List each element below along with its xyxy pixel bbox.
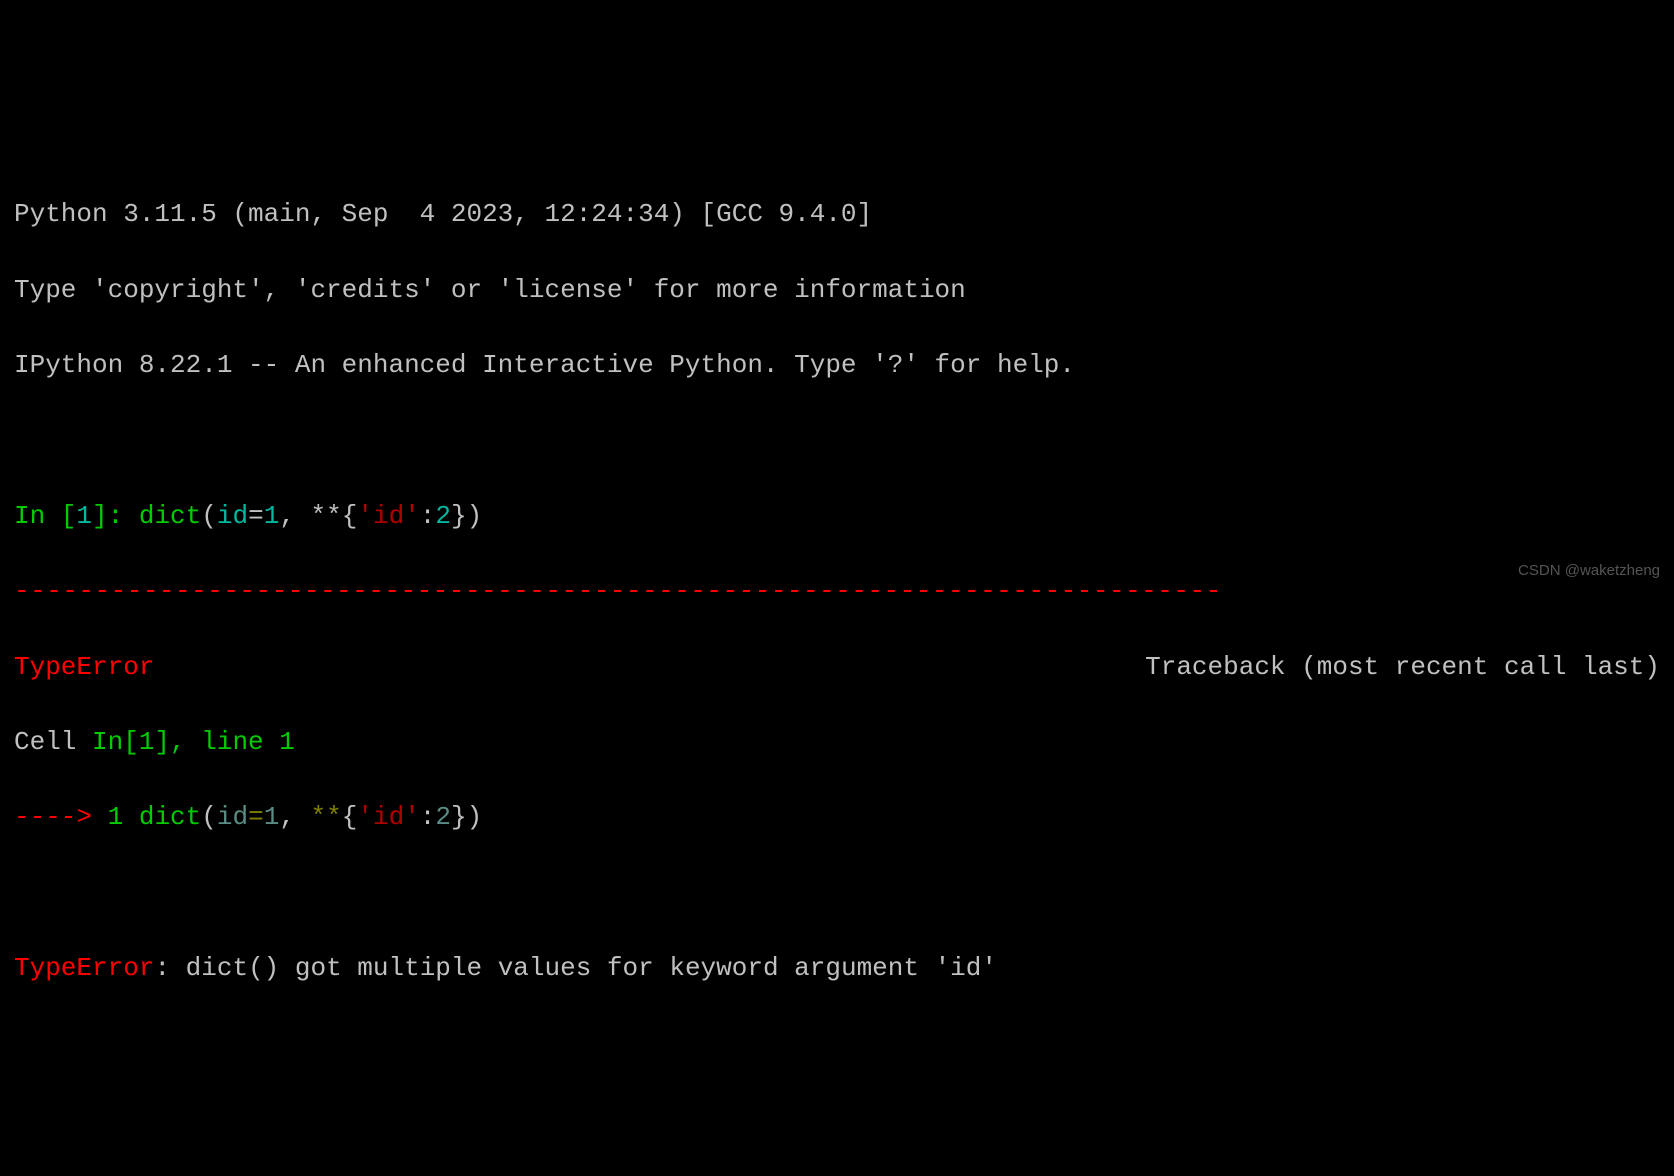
code-paren-close: )	[467, 501, 483, 531]
code-one: 1	[264, 501, 280, 531]
prompt-in: In [	[14, 501, 76, 531]
arrow-sp	[123, 802, 139, 832]
code-id-str: 'id'	[357, 501, 419, 531]
arrow-num: 1	[108, 802, 124, 832]
ipython-line: IPython 8.22.1 -- An enhanced Interactiv…	[14, 347, 1660, 385]
traceback-header: TypeError Traceback (most recent call las…	[14, 649, 1660, 687]
code-brace-open: {	[342, 501, 358, 531]
code-eq: =	[248, 501, 264, 531]
cell-prefix: Cell	[14, 727, 92, 757]
tb-id-str: 'id'	[357, 802, 419, 832]
terminal-output: Python 3.11.5 (main, Sep 4 2023, 12:24:3…	[14, 159, 1660, 1026]
error-colon: :	[154, 953, 185, 983]
tb-starstar: **	[311, 802, 342, 832]
prompt-num: 1	[76, 501, 92, 531]
tb-colon: :	[420, 802, 436, 832]
cell-suffix: , line 1	[170, 727, 295, 757]
code-brace-close: }	[451, 501, 467, 531]
tb-brace-open: {	[342, 802, 358, 832]
code-comma: ,	[279, 501, 310, 531]
input-line[interactable]: In [1]: dict(id=1, **{'id':2})	[14, 498, 1660, 536]
prompt-close: ]:	[92, 501, 139, 531]
tb-two: 2	[435, 802, 451, 832]
code-paren-open: (	[201, 501, 217, 531]
tb-id: id	[217, 802, 248, 832]
traceback-label: Traceback (most recent call last)	[1145, 649, 1660, 687]
tb-one: 1	[264, 802, 280, 832]
error-message: dict() got multiple values for keyword a…	[186, 953, 997, 983]
separator-line: ----------------------------------------…	[14, 573, 1660, 611]
cell-line: Cell In[1], line 1	[14, 724, 1660, 762]
tb-brace-close: }	[451, 802, 467, 832]
tb-dict: dict	[139, 802, 201, 832]
blank-line-2	[14, 875, 1660, 913]
code-colon: :	[420, 501, 436, 531]
python-version-line: Python 3.11.5 (main, Sep 4 2023, 12:24:3…	[14, 196, 1660, 234]
code-id: id	[217, 501, 248, 531]
copyright-line: Type 'copyright', 'credits' or 'license'…	[14, 272, 1660, 310]
arrow-line: ----> 1 dict(id=1, **{'id':2})	[14, 799, 1660, 837]
error-type: TypeError	[14, 953, 154, 983]
cell-in: In[1]	[92, 727, 170, 757]
tb-comma: ,	[279, 802, 310, 832]
tb-eq: =	[248, 802, 264, 832]
watermark: CSDN @waketzheng	[1518, 560, 1660, 582]
error-type-header: TypeError	[14, 649, 154, 687]
arrow: ---->	[14, 802, 108, 832]
code-two: 2	[435, 501, 451, 531]
code-starstar: **	[311, 501, 342, 531]
tb-paren-open: (	[201, 802, 217, 832]
blank-line	[14, 423, 1660, 461]
code-dict: dict	[139, 501, 201, 531]
error-line: TypeError: dict() got multiple values fo…	[14, 950, 1660, 988]
tb-paren-close: )	[467, 802, 483, 832]
